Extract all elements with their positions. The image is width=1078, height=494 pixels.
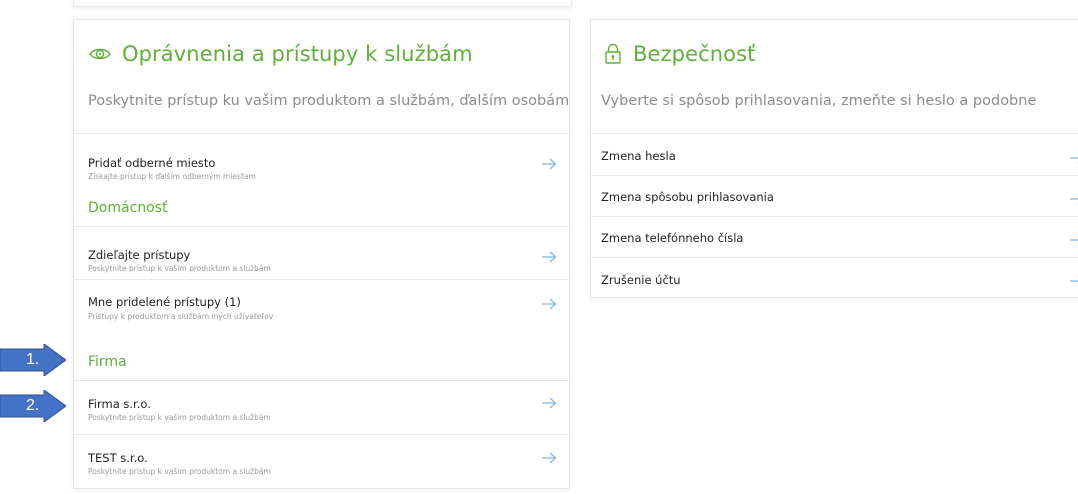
list-item-label: Firma s.r.o.	[88, 397, 151, 411]
cancel-account-item[interactable]: Zrušenie účtu	[591, 257, 1078, 299]
arrow-right-icon	[541, 155, 557, 170]
list-item-sublabel: Získajte prístup k ďalším odberným miest…	[88, 172, 256, 181]
list-item-label: Zmena spôsobu prihlasovania	[601, 190, 774, 204]
arrow-right-icon	[541, 449, 557, 464]
list-item-label: Zmena telefónneho čísla	[601, 231, 744, 245]
card-title: Oprávnenia a prístupy k službám	[122, 42, 473, 66]
arrow-right-icon	[1069, 190, 1078, 204]
card-description: Vyberte si spôsob prihlasovania, zmeňte …	[601, 93, 1037, 109]
security-card: Bezpečnosť Vyberte si spôsob prihlasovan…	[590, 19, 1078, 298]
arrow-right-icon	[1069, 149, 1078, 163]
card-header: Bezpečnosť	[603, 42, 755, 66]
card-description: Poskytnite prístup ku vašim produktom a …	[88, 93, 570, 109]
annotation-arrow-2: 2.	[0, 389, 67, 423]
arrow-right-icon	[541, 248, 557, 263]
change-phone-number-item[interactable]: Zmena telefónneho čísla	[591, 216, 1078, 257]
list-item-label: TEST s.r.o.	[88, 451, 148, 465]
arrow-right-icon	[541, 394, 557, 409]
change-password-item[interactable]: Zmena hesla	[591, 133, 1078, 175]
arrow-right-icon	[1069, 231, 1078, 245]
previous-card-bottom	[73, 0, 572, 7]
change-login-method-item[interactable]: Zmena spôsobu prihlasovania	[591, 175, 1078, 216]
eye-icon	[88, 42, 112, 66]
access-permissions-card: Oprávnenia a prístupy k službám Poskytni…	[73, 19, 570, 489]
card-header: Oprávnenia a prístupy k službám	[88, 42, 473, 66]
share-access-item[interactable]: Zdieľajte prístupy Poskytnite prístup k …	[74, 226, 569, 279]
list-item-sublabel: Prístupy k produktom a službám iných uží…	[88, 312, 274, 321]
arrow-right-icon	[1069, 272, 1078, 286]
section-title-company: Firma	[88, 354, 127, 370]
list-item-label: Pridať odberné miesto	[88, 156, 216, 170]
arrow-right-icon	[541, 295, 557, 310]
company-test-item[interactable]: TEST s.r.o. Poskytnite prístup k vašim p…	[74, 434, 569, 494]
list-item-sublabel: Poskytnite prístup k vašim produktom a s…	[88, 264, 271, 273]
list-item-sublabel: Poskytnite prístup k vašim produktom a s…	[88, 467, 271, 476]
section-title-household: Domácnosť	[88, 200, 168, 216]
company-firma-item[interactable]: Firma s.r.o. Poskytnite prístup k vašim …	[74, 380, 569, 434]
add-supply-point-item[interactable]: Pridať odberné miesto Získajte prístup k…	[74, 133, 569, 185]
assigned-access-item[interactable]: Mne pridelené prístupy (1) Prístupy k pr…	[74, 279, 569, 331]
list-item-label: Zdieľajte prístupy	[88, 248, 191, 262]
annotation-label: 2.	[26, 397, 40, 414]
annotation-arrow-1: 1.	[0, 343, 67, 377]
list-item-sublabel: Poskytnite prístup k vašim produktom a s…	[88, 413, 271, 422]
list-item-label: Zrušenie účtu	[601, 273, 681, 287]
annotation-label: 1.	[26, 351, 40, 368]
list-item-label: Mne pridelené prístupy (1)	[88, 295, 241, 309]
lock-icon	[603, 42, 623, 66]
card-title: Bezpečnosť	[633, 42, 756, 66]
list-item-label: Zmena hesla	[601, 149, 676, 163]
